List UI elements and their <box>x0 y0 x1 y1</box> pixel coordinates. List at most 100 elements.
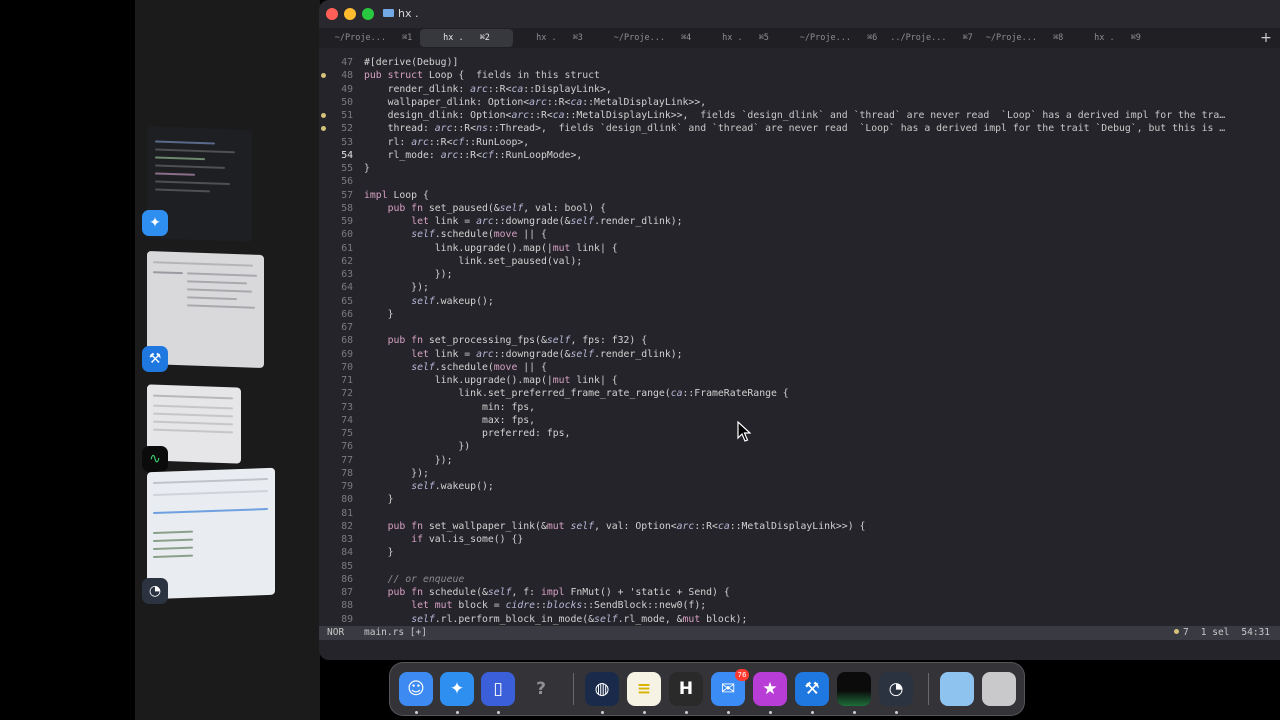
running-indicator <box>811 711 814 714</box>
tab-label: ../Proje... <box>890 33 947 43</box>
code-line[interactable]: 50 wallpaper_dlink: Option<arc::R<ca::Me… <box>319 96 1280 109</box>
line-text: } <box>364 494 394 506</box>
code-line[interactable]: 89 self.rl.perform_block_in_mode(&self.r… <box>319 613 1280 626</box>
line-number: 53 <box>341 136 353 148</box>
line-text: pub struct Loop { fields in this struct <box>364 70 600 82</box>
code-line[interactable]: 74 max: fps, <box>319 414 1280 427</box>
help-icon[interactable]: ? <box>524 672 558 706</box>
code-line[interactable]: 79 self.wakeup(); <box>319 480 1280 493</box>
code-line[interactable]: 61 link.upgrade().map(|mut link| { <box>319 242 1280 255</box>
tab-5[interactable]: hx . ⌘5 <box>699 29 792 47</box>
line-number: 78 <box>341 467 353 479</box>
new-tab-button[interactable]: + <box>1258 29 1274 47</box>
code-line[interactable]: 53 rl: arc::R<cf::RunLoop>, <box>319 136 1280 149</box>
code-line[interactable]: 57 impl Loop { <box>319 189 1280 202</box>
code-line[interactable]: 69 let link = arc::downgrade(&self.rende… <box>319 348 1280 361</box>
code-line[interactable]: 84 } <box>319 546 1280 559</box>
code-line[interactable]: 48 pub struct Loop { fields in this struc… <box>319 69 1280 82</box>
finder-icon[interactable]: ☺ <box>399 672 433 706</box>
line-number: 87 <box>341 587 353 598</box>
line-number: 74 <box>341 414 353 426</box>
code-line[interactable]: 88 let mut block = cidre::blocks::SendBl… <box>319 599 1280 612</box>
tab-7[interactable]: ../Proje... ⌘7 <box>885 29 978 47</box>
code-line[interactable]: 54 rl_mode: arc::R<cf::RunLoopMode>, <box>319 149 1280 162</box>
code-line[interactable]: 82 pub fn set_wallpaper_link(&mut self, … <box>319 520 1280 533</box>
tab-shortcut: ⌘2 <box>479 33 490 43</box>
helix-editor[interactable]: 47 #[derive(Debug)] 48 pub struct Loop { fi… <box>319 56 1280 626</box>
code-line[interactable]: 86 // or enqueue <box>319 573 1280 586</box>
code-line[interactable]: 64 }); <box>319 281 1280 294</box>
line-number: 65 <box>341 295 353 307</box>
line-number: 73 <box>341 401 353 413</box>
tab-9[interactable]: hx . ⌘9 <box>1071 29 1164 47</box>
code-line[interactable]: 59 let link = arc::downgrade(&self.rende… <box>319 215 1280 228</box>
trash-icon[interactable] <box>982 672 1016 706</box>
notes-icon[interactable]: ≡ <box>627 672 661 706</box>
code-line[interactable]: 52 thread: arc::R<ns::Thread>, fields `d… <box>319 122 1280 135</box>
code-line[interactable]: 47 #[derive(Debug)] <box>319 56 1280 69</box>
code-line[interactable]: 83 if val.is_some() {} <box>319 533 1280 546</box>
line-text: link.set_paused(val); <box>364 255 583 267</box>
simulator-icon[interactable]: ▯ <box>481 672 515 706</box>
safari-icon[interactable]: ✦ <box>440 672 474 706</box>
code-line[interactable]: 85 <box>319 560 1280 573</box>
code-line[interactable]: 55} <box>319 162 1280 175</box>
tab-3[interactable]: hx . ⌘3 <box>513 29 606 47</box>
tab-6[interactable]: ~/Proje... ⌘6 <box>792 29 885 47</box>
code-line[interactable]: 62 link.set_paused(val); <box>319 255 1280 268</box>
tab-shortcut: ⌘8 <box>1052 33 1064 43</box>
tab-label: hx . <box>1094 33 1115 43</box>
line-number: 49 <box>341 83 353 95</box>
code-line[interactable]: 75 preferred: fps, <box>319 427 1280 440</box>
minimize-button[interactable] <box>344 8 356 20</box>
code-line[interactable]: 77 }); <box>319 454 1280 467</box>
line-number: 81 <box>341 507 353 519</box>
line-number: 60 <box>341 229 353 241</box>
tab-label: hx . <box>722 33 743 43</box>
close-button[interactable] <box>326 8 338 20</box>
code-line[interactable]: 70 self.schedule(move || { <box>319 361 1280 374</box>
code-line[interactable]: 71 link.upgrade().map(|mut link| { <box>319 374 1280 387</box>
feedback-icon[interactable]: ★ <box>753 672 787 706</box>
xcode-instruments-icon[interactable]: ◍ <box>585 672 619 706</box>
running-indicator <box>456 711 459 714</box>
zoom-button[interactable] <box>362 8 374 20</box>
code-line[interactable]: 51 design_dlink: Option<arc::R<ca::Metal… <box>319 109 1280 122</box>
running-indicator <box>601 711 604 714</box>
tab-2[interactable]: hx . ⌘2 <box>420 29 513 47</box>
code-line[interactable]: 73 min: fps, <box>319 401 1280 414</box>
code-line[interactable]: 67 <box>319 321 1280 334</box>
code-line[interactable]: 56 <box>319 175 1280 188</box>
code-line[interactable]: 60 self.schedule(move || { <box>319 228 1280 241</box>
code-line[interactable]: 78 }); <box>319 467 1280 480</box>
mail-icon[interactable]: ✉ 76 <box>711 669 749 706</box>
line-number: 77 <box>341 454 353 466</box>
line-text: // or enqueue <box>387 573 465 585</box>
code-line[interactable]: 49 render_dlink: arc::R<ca::DisplayLink>… <box>319 83 1280 96</box>
diagnostic-warning-icon <box>321 113 326 118</box>
code-line[interactable]: 58 pub fn set_paused(&self, val: bool) { <box>319 202 1280 215</box>
code-line[interactable]: 65 self.wakeup(); <box>319 295 1280 308</box>
downloads-folder-icon[interactable] <box>940 672 974 706</box>
helix-icon[interactable]: H <box>669 672 703 706</box>
line-text: }) <box>364 441 471 453</box>
line-number: 52 <box>341 123 353 135</box>
activity-monitor-icon[interactable] <box>837 672 871 706</box>
code-line[interactable]: 76 }) <box>319 440 1280 453</box>
code-line[interactable]: 72 link.set_preferred_frame_rate_range(c… <box>319 387 1280 400</box>
code-line[interactable]: 63 }); <box>319 268 1280 281</box>
code-line[interactable]: 68 pub fn set_processing_fps(&self, fps:… <box>319 334 1280 347</box>
tab-4[interactable]: ~/Proje... ⌘4 <box>606 29 699 47</box>
instruments-beta-icon[interactable]: ◔ <box>879 672 913 706</box>
code-line[interactable]: 87 pub fn schedule(&self, f: impl FnMut(… <box>319 586 1280 599</box>
tab-shortcut: ⌘1 <box>401 33 413 43</box>
line-number: 79 <box>341 481 353 492</box>
code-line[interactable]: 80 } <box>319 493 1280 506</box>
terminal-window: hx . + ~/Proje... ⌘1 hx . ⌘2 hx . ⌘3 ~/Proje..… <box>319 0 1280 660</box>
code-line[interactable]: 81 <box>319 507 1280 520</box>
line-text: thread: arc::R<ns::Thread>, fields `desi… <box>364 123 1226 135</box>
tab-8[interactable]: ~/Proje... ⌘8 <box>978 29 1071 47</box>
code-line[interactable]: 66 } <box>319 308 1280 321</box>
tab-1[interactable]: ~/Proje... ⌘1 <box>327 29 420 47</box>
xcode-beta-icon[interactable]: ⚒ <box>795 672 829 706</box>
